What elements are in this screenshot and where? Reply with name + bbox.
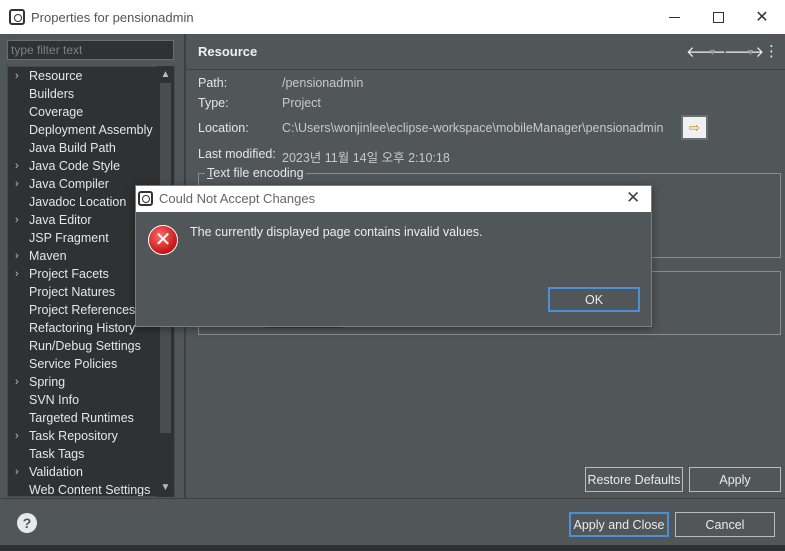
- type-label: Type:: [198, 96, 229, 110]
- text-file-encoding-title: Text file encoding: [205, 166, 306, 180]
- encoding-title-rest: ext file encoding: [213, 166, 304, 180]
- view-menu-icon[interactable]: ⋮: [764, 42, 779, 60]
- dialog-titlebar[interactable]: Could Not Accept Changes ✕: [136, 186, 651, 212]
- properties-window: Properties for pensionadmin ✕ › Resource B…: [0, 0, 785, 551]
- tree-item[interactable]: Run/Debug Settings: [8, 337, 158, 355]
- tree-item-label: Maven: [29, 249, 67, 263]
- chevron-right-icon[interactable]: ›: [15, 67, 25, 85]
- tree-item-label: Resource: [29, 69, 83, 83]
- tree-item-label: Validation: [29, 465, 83, 479]
- modified-label: Last modified:: [198, 147, 276, 161]
- scroll-up-icon[interactable]: ▲: [157, 67, 174, 83]
- filter-input[interactable]: [7, 40, 174, 60]
- restore-defaults-button[interactable]: Restore Defaults: [585, 467, 683, 492]
- chevron-right-icon[interactable]: ›: [15, 157, 25, 175]
- minimize-icon: [668, 16, 680, 18]
- tree-item-label: Web Content Settings: [29, 483, 151, 497]
- forward-arrow-icon[interactable]: 🡒: [724, 42, 764, 61]
- tree-item[interactable]: Builders: [8, 85, 158, 103]
- help-icon[interactable]: ?: [17, 513, 37, 533]
- apply-button[interactable]: Apply: [689, 467, 781, 492]
- window-titlebar[interactable]: Properties for pensionadmin ✕: [0, 0, 785, 34]
- show-in-explorer-button[interactable]: ⇨: [681, 115, 708, 140]
- footer-separator: [0, 498, 785, 499]
- chevron-right-icon[interactable]: ›: [15, 463, 25, 481]
- back-arrow-icon[interactable]: 🡐: [686, 42, 726, 61]
- dialog-message: The currently displayed page contains in…: [190, 225, 483, 239]
- apply-and-close-button[interactable]: Apply and Close: [569, 512, 669, 537]
- page-title: Resource: [198, 44, 258, 59]
- close-icon[interactable]: ✕: [626, 188, 640, 208]
- tree-item[interactable]: Service Policies: [8, 355, 158, 373]
- tree-item-label: Service Policies: [29, 357, 118, 371]
- tree-item[interactable]: › Validation: [8, 463, 158, 481]
- eclipse-app-icon: [138, 191, 153, 206]
- tree-item-label: Task Repository: [29, 429, 118, 443]
- close-icon: ✕: [755, 9, 769, 26]
- tree-item[interactable]: Coverage: [8, 103, 158, 121]
- tree-item-label: Refactoring History: [29, 321, 136, 335]
- tree-item-label: Spring: [29, 375, 66, 389]
- back-history-chevron-icon[interactable]: ▼: [708, 47, 717, 57]
- tree-item-label: Java Code Style: [29, 159, 121, 173]
- tree-item-label: JSP Fragment: [29, 231, 109, 245]
- tree-item-label: Project Natures: [29, 285, 116, 299]
- chevron-right-icon[interactable]: ›: [15, 265, 25, 283]
- eclipse-app-icon: [9, 9, 25, 25]
- maximize-button[interactable]: [696, 4, 740, 30]
- tree-item-label: Java Compiler: [29, 177, 109, 191]
- location-value: C:\Users\wonjinlee\eclipse-workspace\mob…: [282, 121, 664, 135]
- tree-item[interactable]: Task Tags: [8, 445, 158, 463]
- tree-item[interactable]: › Task Repository: [8, 427, 158, 445]
- tree-item-label: Project Facets: [29, 267, 109, 281]
- path-label: Path:: [198, 76, 228, 90]
- tree-item-label: Task Tags: [29, 447, 85, 461]
- tree-item-label: Targeted Runtimes: [29, 411, 134, 425]
- location-label: Location:: [198, 121, 249, 135]
- tree-item-label: Run/Debug Settings: [29, 339, 141, 353]
- forward-history-chevron-icon[interactable]: ▼: [746, 47, 755, 57]
- tree-item-label: Coverage: [29, 105, 84, 119]
- error-icon: ✕: [148, 225, 178, 255]
- tree-item[interactable]: › Java Code Style: [8, 157, 158, 175]
- cancel-button[interactable]: Cancel: [675, 512, 775, 537]
- error-dialog: Could Not Accept Changes ✕ ✕ The current…: [135, 185, 652, 327]
- dialog-title: Could Not Accept Changes: [159, 191, 316, 206]
- tree-item[interactable]: Web Content Settings: [8, 481, 158, 497]
- folder-arrow-icon: ⇨: [689, 119, 700, 135]
- chevron-right-icon[interactable]: ›: [15, 427, 25, 445]
- tree-item-label: Javadoc Location: [29, 195, 127, 209]
- maximize-icon: [712, 11, 724, 23]
- window-bottom-edge: [0, 545, 785, 551]
- scroll-down-icon[interactable]: ▼: [157, 480, 174, 496]
- path-value: /pensionadmin: [282, 76, 364, 90]
- tree-item[interactable]: SVN Info: [8, 391, 158, 409]
- tree-item[interactable]: Deployment Assembly: [8, 121, 158, 139]
- tree-item-label: SVN Info: [29, 393, 80, 407]
- close-window-button[interactable]: ✕: [740, 4, 784, 30]
- chevron-right-icon[interactable]: ›: [15, 211, 25, 229]
- window-title: Properties for pensionadmin: [31, 9, 194, 25]
- tree-item[interactable]: Targeted Runtimes: [8, 409, 158, 427]
- chevron-right-icon[interactable]: ›: [15, 175, 25, 193]
- tree-item[interactable]: Java Build Path: [8, 139, 158, 157]
- tree-item-label: Builders: [29, 87, 75, 101]
- tree-item[interactable]: › Resource: [8, 67, 158, 85]
- tree-item-label: Java Build Path: [29, 141, 116, 155]
- modified-value: 2023년 11월 14일 오후 2:10:18: [282, 151, 450, 165]
- tree-item-label: Java Editor: [29, 213, 92, 227]
- chevron-right-icon[interactable]: ›: [15, 373, 25, 391]
- page-header: Resource 🡐 ▼ 🡒 ▼ ⋮: [186, 34, 785, 70]
- tree-item-label: Project References: [29, 303, 136, 317]
- tree-item[interactable]: › Spring: [8, 373, 158, 391]
- minimize-button[interactable]: [652, 4, 696, 30]
- chevron-right-icon[interactable]: ›: [15, 247, 25, 265]
- type-value: Project: [282, 96, 321, 110]
- ok-button[interactable]: OK: [548, 287, 640, 312]
- tree-item-label: Deployment Assembly: [29, 123, 153, 137]
